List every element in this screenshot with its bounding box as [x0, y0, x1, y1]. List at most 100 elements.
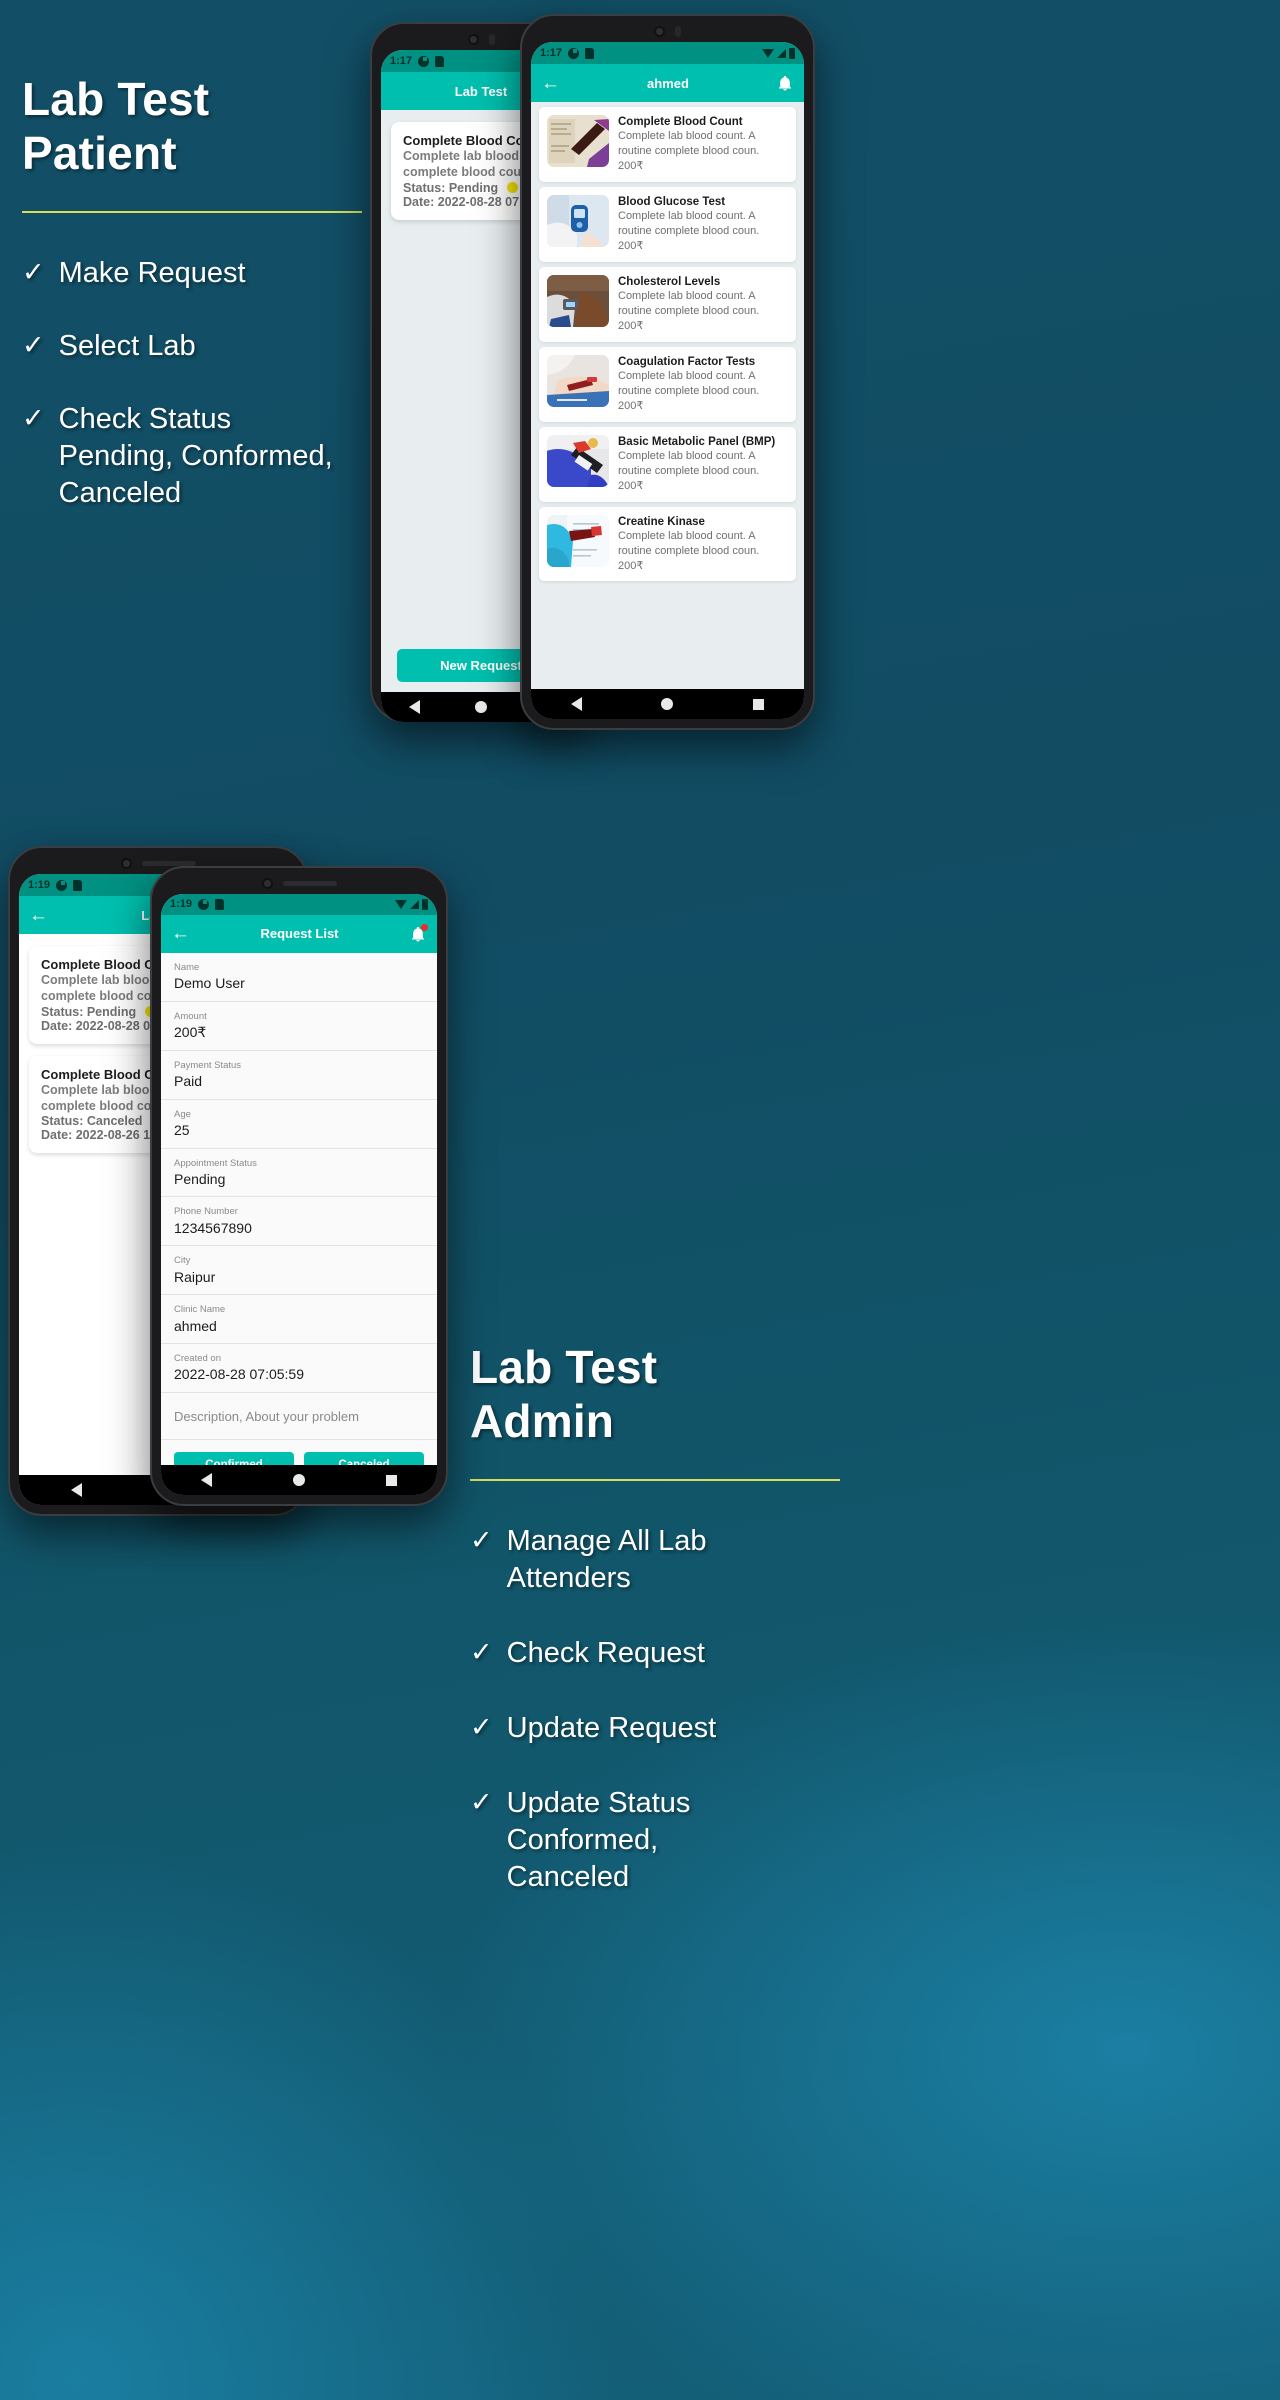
- canceled-button[interactable]: Canceled: [304, 1451, 424, 1465]
- status-bar-time: 1:19: [170, 898, 193, 911]
- list-item[interactable]: Blood Glucose Test Complete lab blood co…: [539, 186, 796, 262]
- request-status-label: Status: Pending: [41, 1004, 137, 1019]
- notification-bell-icon[interactable]: [776, 74, 794, 92]
- field-appointment-status[interactable]: Appointment Status Pending: [161, 1148, 437, 1198]
- field-value: ahmed: [174, 1317, 217, 1334]
- field-value: 2022-08-28 07:05:59: [174, 1366, 304, 1383]
- clock-icon: [568, 47, 580, 59]
- back-icon[interactable]: ←: [541, 74, 560, 93]
- sd-card-icon: [585, 47, 595, 59]
- test-price: 200₹: [618, 319, 644, 332]
- nav-home-icon[interactable]: [292, 1474, 305, 1486]
- list-item[interactable]: Cholesterol Levels Complete lab blood co…: [539, 266, 796, 342]
- camera-icon: [654, 26, 665, 37]
- glucometer-photo: [547, 194, 609, 247]
- clock-icon: [56, 879, 68, 891]
- test-name: Complete Blood Count: [618, 116, 743, 128]
- sensor-icon: [488, 34, 495, 45]
- test-list-body[interactable]: Complete Blood Count Complete lab blood …: [531, 102, 804, 689]
- back-icon[interactable]: ←: [29, 906, 48, 925]
- battery-icon: [422, 898, 428, 910]
- promo-feature-item: ✓ Check Request: [470, 1635, 840, 1672]
- field-value: Paid: [174, 1073, 203, 1090]
- speaker-icon: [282, 881, 337, 886]
- app-bar: ← Request List: [161, 914, 437, 953]
- field-amount[interactable]: Amount 200₹: [161, 1001, 437, 1051]
- field-city[interactable]: City Raipur: [161, 1246, 437, 1296]
- confirmed-button[interactable]: Confirmed: [174, 1451, 294, 1465]
- camera-icon: [120, 858, 132, 869]
- check-icon: ✓: [470, 1786, 493, 1817]
- field-phone-number[interactable]: Phone Number 1234567890: [161, 1197, 437, 1247]
- notification-bell-icon[interactable]: [409, 923, 428, 943]
- blood-sample-tube-photo: [547, 115, 609, 167]
- test-name: Cholesterol Levels: [618, 275, 721, 288]
- test-desc-line1: Complete lab blood count. A: [618, 370, 756, 383]
- promo-feature-item: ✓ Select Lab: [22, 328, 362, 365]
- field-label: Clinic Name: [174, 1304, 226, 1316]
- test-desc-line2: routine complete blood coun.: [618, 544, 760, 557]
- field-value: 1234567890: [174, 1219, 252, 1236]
- field-value: Raipur: [174, 1268, 216, 1285]
- promo-feature-item: ✓ Update Request: [470, 1710, 840, 1747]
- phone-admin-request-detail: 1:19 ← Request List Name Demo User Amoun…: [150, 866, 448, 1506]
- sd-card-icon: [215, 898, 225, 910]
- promo-feature-label: Check Request: [506, 1636, 705, 1669]
- system-nav-bar: [161, 1465, 437, 1495]
- finger-prick-test-photo: [547, 274, 609, 327]
- test-price: 200₹: [618, 399, 644, 412]
- status-bar-time: 1:17: [540, 47, 563, 59]
- nav-back-icon[interactable]: [71, 1483, 82, 1497]
- test-desc-line2: routine complete blood coun.: [618, 384, 760, 397]
- field-payment-status[interactable]: Payment Status Paid: [161, 1050, 437, 1100]
- test-desc-line1: Complete lab blood count. A: [618, 529, 756, 542]
- sensor-icon: [675, 26, 681, 37]
- list-item[interactable]: Creatine Kinase Complete lab blood count…: [539, 506, 796, 582]
- nav-home-icon[interactable]: [474, 701, 487, 713]
- request-status-label: Status: Canceled: [41, 1114, 143, 1128]
- request-status-label: Status: Pending: [403, 180, 499, 195]
- field-label: Age: [174, 1108, 191, 1120]
- camera-icon: [261, 878, 273, 889]
- nav-home-icon[interactable]: [661, 698, 674, 710]
- field-age[interactable]: Age 25: [161, 1099, 437, 1149]
- list-item[interactable]: Complete Blood Count Complete lab blood …: [539, 107, 796, 182]
- promo-patient-feature-list: ✓ Make Request ✓ Select Lab ✓ Check Stat…: [22, 255, 362, 513]
- nav-recents-icon[interactable]: [385, 1474, 397, 1486]
- promo-feature-item: ✓ Make Request: [22, 255, 362, 292]
- field-value: 200₹: [174, 1024, 207, 1041]
- check-icon: ✓: [470, 1711, 493, 1742]
- test-desc-line1: Complete lab blood count. A: [618, 210, 756, 223]
- signal-icon: [410, 899, 419, 909]
- test-desc-line2: routine complete blood coun.: [618, 145, 760, 158]
- promo-feature-item: ✓ Check Status Pending, Conformed, Cance…: [22, 401, 362, 512]
- field-name[interactable]: Name Demo User: [161, 952, 437, 1002]
- field-created-on[interactable]: Created on 2022-08-28 07:05:59: [161, 1344, 437, 1393]
- status-bar-time: 1:17: [390, 55, 413, 67]
- nav-back-icon[interactable]: [201, 1473, 213, 1487]
- status-bar: 1:19: [161, 894, 437, 915]
- promo-patient-block: Lab Test Patient ✓ Make Request ✓ Select…: [22, 72, 362, 548]
- list-item[interactable]: Coagulation Factor Tests Complete lab bl…: [539, 346, 796, 422]
- check-icon: ✓: [22, 329, 45, 360]
- nav-back-icon[interactable]: [570, 697, 582, 711]
- test-price: 200₹: [618, 479, 644, 492]
- promo-feature-label: Check Status Pending, Conformed, Cancele…: [58, 402, 333, 509]
- field-clinic-name[interactable]: Clinic Name ahmed: [161, 1295, 437, 1345]
- nav-recents-icon[interactable]: [753, 698, 765, 710]
- list-item[interactable]: Basic Metabolic Panel (BMP) Complete lab…: [539, 426, 796, 502]
- wifi-icon: [395, 899, 407, 909]
- field-value: Demo User: [174, 975, 245, 992]
- check-icon: ✓: [470, 1524, 493, 1555]
- promo-patient-title: Lab Test Patient: [22, 73, 210, 180]
- back-icon[interactable]: ←: [171, 924, 190, 943]
- wifi-icon: [762, 48, 774, 58]
- description-input[interactable]: Description, About your problem: [161, 1392, 437, 1440]
- check-icon: ✓: [470, 1636, 493, 1667]
- ck-test-form-photo: [547, 514, 609, 567]
- request-detail-body: Name Demo User Amount 200₹ Payment Statu…: [161, 952, 437, 1465]
- field-label: Name: [174, 961, 200, 973]
- clock-icon: [418, 55, 430, 67]
- nav-back-icon[interactable]: [408, 700, 420, 714]
- field-value: Pending: [174, 1170, 226, 1187]
